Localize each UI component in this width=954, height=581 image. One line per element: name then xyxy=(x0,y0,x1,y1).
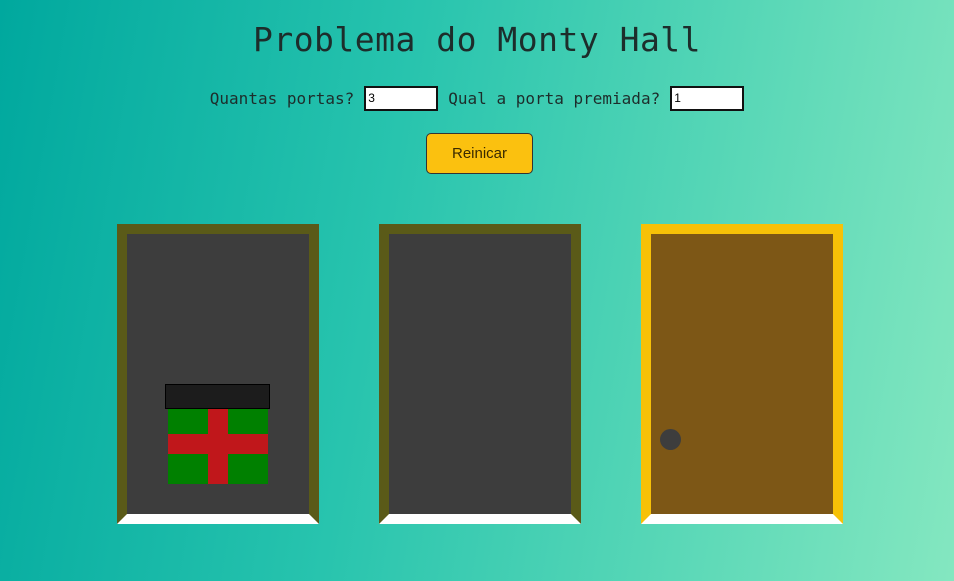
gift-icon xyxy=(165,384,270,484)
doors-count-input[interactable] xyxy=(364,85,439,111)
page-title: Problema do Monty Hall xyxy=(252,20,702,59)
door-1[interactable] xyxy=(117,224,319,524)
doors-count-label: Quantas portas? xyxy=(209,88,355,108)
prize-door-input[interactable] xyxy=(670,85,745,111)
door-2-interior xyxy=(389,234,571,514)
door-2[interactable] xyxy=(379,224,581,524)
door-3-panel[interactable] xyxy=(651,234,833,514)
gift-lid xyxy=(165,384,270,409)
gift-ribbon-horizontal xyxy=(168,434,268,454)
door-knob-icon[interactable] xyxy=(660,429,681,450)
settings-form: Quantas portas? Qual a porta premiada? xyxy=(0,83,954,113)
door-1-interior xyxy=(127,234,309,514)
prize-door-label: Qual a porta premiada? xyxy=(448,88,661,108)
reset-button[interactable]: Reinicar xyxy=(426,133,533,174)
door-3[interactable] xyxy=(641,224,843,524)
gift-box xyxy=(168,409,268,484)
